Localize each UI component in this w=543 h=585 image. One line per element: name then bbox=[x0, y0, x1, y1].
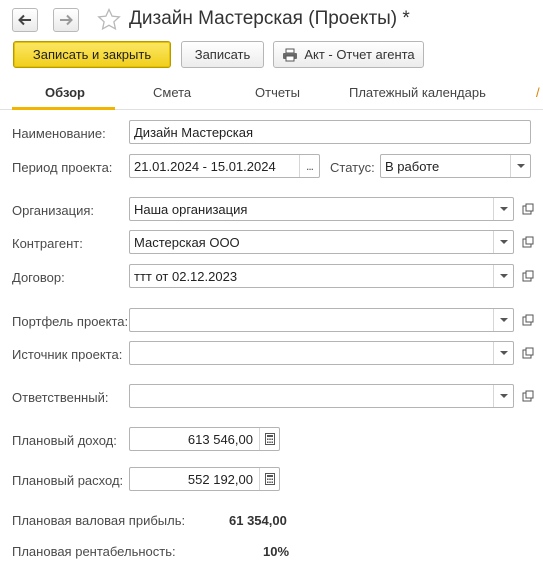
profitability-label: Плановая рентабельность: bbox=[12, 544, 176, 559]
source-field[interactable] bbox=[129, 341, 514, 365]
name-field[interactable]: Дизайн Мастерская bbox=[129, 120, 531, 144]
gross-profit-label: Плановая валовая прибыль: bbox=[12, 513, 186, 528]
status-select[interactable]: В работе bbox=[380, 154, 531, 178]
open-link-icon bbox=[522, 390, 534, 402]
window-title: Дизайн Мастерская (Проекты) * bbox=[129, 8, 410, 29]
chevron-down-icon[interactable] bbox=[493, 342, 513, 364]
period-value: 21.01.2024 - 15.01.2024 bbox=[134, 158, 276, 174]
arrow-right-icon bbox=[60, 14, 73, 26]
open-portfolio-button[interactable] bbox=[518, 310, 538, 330]
portfolio-field[interactable] bbox=[129, 308, 514, 332]
open-counterparty-button[interactable] bbox=[518, 232, 538, 252]
tab-overview[interactable]: Обзор bbox=[45, 85, 85, 100]
save-label: Записать bbox=[194, 47, 251, 62]
open-link-icon bbox=[522, 203, 534, 215]
organization-field[interactable]: Наша организация bbox=[129, 197, 514, 221]
organization-label: Организация: bbox=[12, 203, 95, 218]
planned-income-label: Плановый доход: bbox=[12, 433, 117, 448]
period-select-button[interactable]: ... bbox=[299, 155, 319, 177]
status-value: В работе bbox=[385, 158, 440, 174]
open-link-icon bbox=[522, 347, 534, 359]
star-icon bbox=[97, 7, 121, 31]
period-label: Период проекта: bbox=[12, 160, 113, 175]
favorite-button[interactable] bbox=[97, 7, 121, 34]
arrow-left-icon bbox=[18, 14, 31, 26]
planned-expense-label: Плановый расход: bbox=[12, 473, 124, 488]
open-contract-button[interactable] bbox=[518, 266, 538, 286]
printer-icon bbox=[283, 48, 298, 61]
open-responsible-button[interactable] bbox=[518, 386, 538, 406]
portfolio-label: Портфель проекта: bbox=[12, 314, 129, 329]
contract-field[interactable]: ттт от 02.12.2023 bbox=[129, 264, 514, 288]
planned-income-field[interactable]: 613 546,00 bbox=[129, 427, 280, 451]
chevron-down-icon[interactable] bbox=[493, 265, 513, 287]
profitability-value: 10% bbox=[263, 544, 290, 559]
contract-value: ттт от 02.12.2023 bbox=[134, 268, 238, 284]
forward-button[interactable] bbox=[53, 8, 79, 32]
open-link-icon bbox=[522, 270, 534, 282]
chevron-down-icon[interactable] bbox=[510, 155, 530, 177]
counterparty-label: Контрагент: bbox=[12, 236, 83, 251]
save-and-close-button[interactable]: Записать и закрыть bbox=[13, 41, 171, 68]
contract-label: Договор: bbox=[12, 270, 65, 285]
save-button[interactable]: Записать bbox=[181, 41, 264, 68]
counterparty-value: Мастерская ООО bbox=[134, 234, 240, 250]
chevron-down-icon[interactable] bbox=[493, 231, 513, 253]
agent-report-button[interactable]: Акт - Отчет агента bbox=[273, 41, 424, 68]
tab-reports[interactable]: Отчеты bbox=[255, 85, 300, 100]
status-label: Статус: bbox=[330, 160, 375, 175]
open-link-icon bbox=[522, 236, 534, 248]
name-label: Наименование: bbox=[12, 126, 106, 141]
counterparty-field[interactable]: Мастерская ООО bbox=[129, 230, 514, 254]
open-organization-button[interactable] bbox=[518, 199, 538, 219]
planned-expense-value: 552 192,00 bbox=[187, 471, 253, 487]
agent-report-label: Акт - Отчет агента bbox=[304, 47, 415, 62]
name-value: Дизайн Мастерская bbox=[134, 124, 254, 140]
planned-income-value: 613 546,00 bbox=[187, 431, 253, 447]
chevron-down-icon[interactable] bbox=[493, 198, 513, 220]
calculator-icon[interactable] bbox=[259, 428, 279, 450]
back-button[interactable] bbox=[12, 8, 38, 32]
planned-expense-field[interactable]: 552 192,00 bbox=[129, 467, 280, 491]
responsible-label: Ответственный: bbox=[12, 390, 109, 405]
gross-profit-value: 61 354,00 bbox=[229, 513, 287, 528]
active-tab-indicator bbox=[12, 107, 115, 110]
chevron-down-icon[interactable] bbox=[493, 385, 513, 407]
tab-overflow-indicator[interactable]: / bbox=[536, 85, 543, 101]
period-field[interactable]: 21.01.2024 - 15.01.2024 ... bbox=[129, 154, 320, 178]
open-link-icon bbox=[522, 314, 534, 326]
organization-value: Наша организация bbox=[134, 201, 248, 217]
save-and-close-label: Записать и закрыть bbox=[32, 47, 152, 62]
open-source-button[interactable] bbox=[518, 343, 538, 363]
tab-estimate[interactable]: Смета bbox=[153, 85, 191, 100]
tab-payment-calendar[interactable]: Платежный календарь bbox=[349, 85, 486, 100]
source-label: Источник проекта: bbox=[12, 347, 123, 362]
responsible-field[interactable] bbox=[129, 384, 514, 408]
calculator-icon[interactable] bbox=[259, 468, 279, 490]
chevron-down-icon[interactable] bbox=[493, 309, 513, 331]
